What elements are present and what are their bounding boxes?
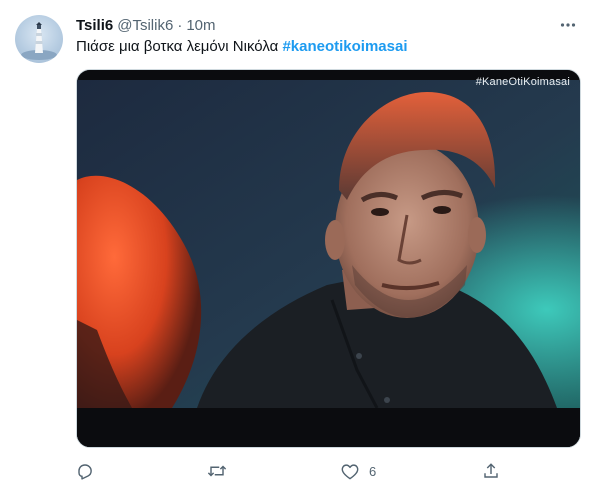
heart-icon	[341, 463, 359, 479]
author-handle[interactable]: @Tsilik6	[117, 17, 173, 34]
header-separator: ·	[177, 16, 183, 34]
tv-scene-image	[77, 70, 580, 447]
author-display-name[interactable]: Tsili6	[76, 17, 113, 34]
like-button[interactable]: 6	[341, 460, 376, 482]
tweet-timestamp[interactable]: 10m	[186, 17, 215, 34]
lighthouse-avatar-icon	[21, 22, 57, 60]
hashtag-link[interactable]: #kaneotikoimasai	[282, 38, 407, 55]
media-overlay-hashtag: #KaneOtiKoimasai	[475, 76, 570, 88]
retweet-button[interactable]	[207, 460, 227, 482]
more-dots-icon	[560, 23, 576, 27]
reply-icon	[78, 464, 92, 480]
tweet-action-bar: 6	[76, 460, 506, 482]
reply-button[interactable]	[76, 460, 94, 482]
retweet-icon	[207, 465, 227, 477]
like-count: 6	[369, 463, 377, 479]
share-button[interactable]	[482, 460, 500, 482]
avatar[interactable]	[15, 15, 63, 63]
share-icon	[484, 463, 498, 478]
tweet-header: Tsili6 @Tsilik6 · 10m	[76, 15, 216, 35]
tweet-card[interactable]: Tsili6 @Tsilik6 · 10m Πιάσε μια βοτκα λε…	[0, 0, 592, 494]
tweet-text: Πιάσε μια βοτκα λεμόνι Νικόλα #kaneotiko…	[76, 37, 408, 57]
tweet-media-image[interactable]: #KaneOtiKoimasai	[76, 69, 581, 448]
tweet-body-text: Πιάσε μια βοτκα λεμόνι Νικόλα	[76, 38, 279, 55]
more-options-button[interactable]	[558, 15, 578, 35]
